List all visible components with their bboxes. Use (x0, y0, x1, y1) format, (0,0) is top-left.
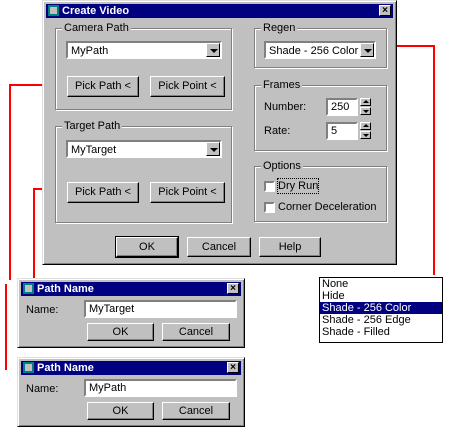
path-name-target-cancel-button[interactable]: Cancel (162, 323, 230, 341)
regen-select[interactable]: Shade - 256 Color (264, 41, 376, 59)
path-name-camera-title-bar[interactable]: Path Name × (21, 361, 241, 375)
target-path-select[interactable]: MyTarget (66, 140, 222, 158)
name-field-camera[interactable]: MyPath (84, 379, 237, 397)
name-label: Name: (26, 304, 59, 316)
regen-option[interactable]: Shade - 256 Edge (320, 314, 442, 326)
path-name-target-title-bar[interactable]: Path Name × (21, 282, 241, 296)
frames-label: Frames (261, 78, 303, 92)
regen-option[interactable]: None (320, 278, 442, 290)
create-video-dialog: Create Video × Camera Path MyPath Pick P… (42, 0, 397, 265)
frames-group: Frames Number: 250 Rate: 5 (254, 78, 387, 151)
connector-line-regen-v (433, 45, 435, 275)
camera-pick-path-button[interactable]: Pick Path < (67, 76, 139, 97)
chevron-down-icon[interactable] (206, 142, 220, 156)
app-icon (23, 362, 34, 373)
dry-run-label[interactable]: Dry Run (276, 178, 320, 194)
target-path-value: MyTarget (71, 144, 117, 156)
name-label: Name: (26, 383, 59, 395)
create-video-title-bar[interactable]: Create Video × (46, 4, 393, 18)
options-group: Options Dry Run Corner Deceleration (254, 159, 387, 222)
corner-deceleration-label[interactable]: Corner Deceleration (278, 200, 376, 214)
target-path-label: Target Path (62, 119, 123, 133)
regen-value: Shade - 256 Color (269, 45, 359, 57)
number-field[interactable]: 250 (326, 98, 358, 116)
close-icon[interactable]: × (379, 5, 391, 16)
camera-path-select[interactable]: MyPath (66, 41, 222, 59)
rate-label: Rate: (264, 125, 291, 137)
app-icon (23, 283, 34, 294)
regen-option[interactable]: Hide (320, 290, 442, 302)
spin-down-icon[interactable] (360, 131, 371, 139)
path-name-camera-dialog: Path Name × Name: MyPath OK Cancel (17, 357, 245, 427)
help-button[interactable]: Help (259, 237, 321, 257)
camera-path-group: Camera Path MyPath Pick Path < Pick Poin… (55, 21, 232, 110)
number-label: Number: (264, 101, 307, 113)
connector-line-target (9, 84, 11, 280)
path-name-camera-title: Path Name (37, 362, 94, 374)
target-pick-path-button[interactable]: Pick Path < (67, 182, 139, 203)
ok-button[interactable]: OK (115, 236, 179, 258)
corner-deceleration-checkbox[interactable] (264, 202, 275, 213)
regen-label: Regen (261, 21, 298, 35)
number-spinner[interactable] (360, 98, 371, 116)
target-path-group: Target Path MyTarget Pick Path < Pick Po… (55, 119, 232, 223)
path-name-target-title: Path Name (37, 283, 94, 295)
connector-line-regen (395, 45, 435, 47)
camera-pick-point-button[interactable]: Pick Point < (150, 76, 225, 97)
spin-up-icon[interactable] (360, 122, 371, 130)
dry-run-checkbox[interactable] (264, 181, 275, 192)
rate-spinner[interactable] (360, 122, 371, 140)
path-name-camera-cancel-button[interactable]: Cancel (162, 402, 230, 420)
app-icon (48, 5, 59, 16)
create-video-title: Create Video (62, 5, 130, 17)
target-pick-point-button[interactable]: Pick Point < (150, 182, 225, 203)
path-name-camera-ok-button[interactable]: OK (87, 402, 154, 420)
cancel-button[interactable]: Cancel (187, 237, 251, 257)
path-name-target-dialog: Path Name × Name: MyTarget OK Cancel (17, 278, 245, 348)
options-label: Options (261, 159, 303, 173)
regen-dropdown-list[interactable]: None Hide Shade - 256 Color Shade - 256 Edg… (319, 277, 443, 343)
connector-line-camera-v (33, 188, 35, 282)
regen-group: Regen Shade - 256 Color (254, 21, 387, 68)
chevron-down-icon[interactable] (360, 43, 374, 57)
name-field-target[interactable]: MyTarget (84, 300, 237, 318)
spin-up-icon[interactable] (360, 98, 371, 106)
path-name-target-ok-button[interactable]: OK (87, 323, 154, 341)
close-icon[interactable]: × (227, 362, 239, 373)
camera-path-value: MyPath (71, 45, 109, 57)
camera-path-label: Camera Path (62, 21, 131, 35)
spin-down-icon[interactable] (360, 107, 371, 115)
regen-option[interactable]: Shade - 256 Color (320, 302, 442, 314)
close-icon[interactable]: × (227, 283, 239, 294)
regen-option[interactable]: Shade - Filled (320, 326, 442, 338)
rate-field[interactable]: 5 (326, 122, 358, 140)
connector-line-camera-v2 (5, 284, 7, 370)
chevron-down-icon[interactable] (206, 43, 220, 57)
